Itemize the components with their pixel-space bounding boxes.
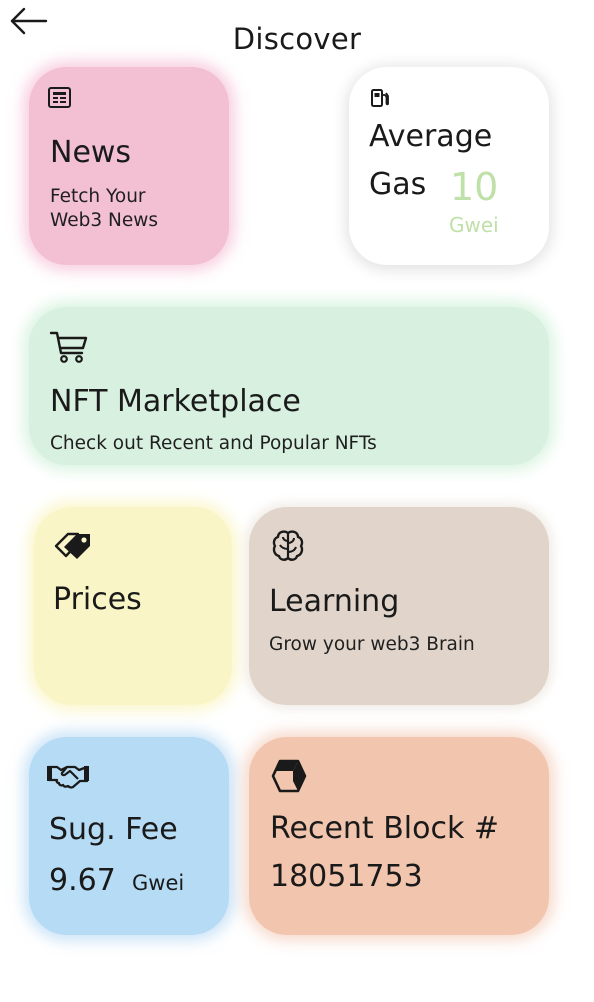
suggested-fee-unit: Gwei [132, 871, 185, 895]
recent-block-card[interactable]: Recent Block # 18051753 [249, 737, 549, 935]
brain-icon [269, 527, 307, 565]
cube-icon [271, 759, 307, 793]
learning-subtitle: Grow your web3 Brain [269, 634, 475, 655]
prices-card[interactable]: Prices [34, 507, 232, 705]
learning-title: Learning [269, 584, 400, 619]
suggested-fee-card[interactable]: Sug. Fee 9.67 Gwei [29, 737, 229, 935]
page-title: Discover [232, 22, 362, 56]
tags-icon [52, 529, 94, 563]
news-subtitle-line2: Web3 News [50, 210, 158, 231]
average-gas-title-line1: Average [369, 119, 493, 154]
newspaper-icon [47, 85, 73, 111]
suggested-fee-value: 9.67 [49, 863, 116, 898]
average-gas-value: 10 [450, 165, 499, 209]
nft-marketplace-subtitle: Check out Recent and Popular NFTs [50, 433, 377, 454]
shopping-cart-icon [49, 329, 89, 365]
recent-block-number: 18051753 [270, 859, 423, 894]
learning-card[interactable]: Learning Grow your web3 Brain [249, 507, 549, 705]
news-subtitle-line1: Fetch Your [50, 186, 146, 207]
average-gas-unit: Gwei [449, 213, 499, 237]
average-gas-title-line2: Gas [369, 167, 427, 202]
gas-pump-icon [369, 87, 391, 109]
news-card[interactable]: News Fetch Your Web3 News [29, 67, 229, 265]
nft-marketplace-title: NFT Marketplace [50, 384, 301, 419]
handshake-icon [47, 763, 89, 789]
average-gas-card[interactable]: Average Gas 10 Gwei [349, 67, 549, 265]
recent-block-title: Recent Block # [270, 811, 500, 846]
suggested-fee-title: Sug. Fee [49, 812, 178, 847]
nft-marketplace-card[interactable]: NFT Marketplace Check out Recent and Pop… [29, 307, 549, 465]
news-title: News [50, 135, 132, 170]
prices-title: Prices [53, 582, 142, 617]
